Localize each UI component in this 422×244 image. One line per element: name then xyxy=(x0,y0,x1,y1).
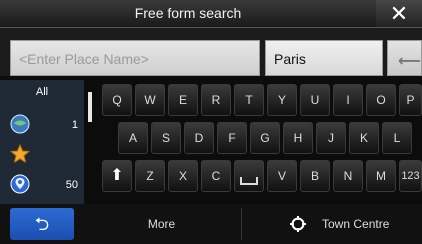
back-arrow-icon: ⮌ xyxy=(34,214,50,234)
page-title: Free form search xyxy=(134,5,242,21)
key-h[interactable]: H xyxy=(283,122,313,154)
key-y[interactable]: Y xyxy=(267,84,297,116)
key-a[interactable]: A xyxy=(118,122,148,154)
key-e[interactable]: E xyxy=(168,84,198,116)
key-q[interactable]: Q xyxy=(102,84,132,116)
sidebar-item-label: All xyxy=(35,86,49,98)
key-n[interactable]: N xyxy=(333,160,363,192)
close-icon: ✕ xyxy=(389,1,409,26)
backspace-icon: ⟵ xyxy=(398,53,421,70)
key-s[interactable]: S xyxy=(151,122,181,154)
sidebar-item-favourites[interactable] xyxy=(0,140,84,170)
search-input-row: <Enter Place Name> Paris ⟵ xyxy=(0,28,422,76)
on-screen-keyboard: Q W E R T Y U I O P A S D F G H J K L ⬆ … xyxy=(92,80,422,204)
bottom-bar: ⮌ More Town Centre xyxy=(0,204,422,244)
key-i[interactable]: I xyxy=(333,84,363,116)
back-button[interactable]: ⮌ xyxy=(10,208,74,240)
key-v[interactable]: V xyxy=(267,160,297,192)
key-t[interactable]: T xyxy=(234,84,264,116)
numbers-key[interactable]: 123 xyxy=(399,160,422,192)
sidebar-item-globe[interactable]: 1 xyxy=(0,110,84,140)
key-b[interactable]: B xyxy=(300,160,330,192)
place-name-input[interactable]: <Enter Place Name> xyxy=(10,40,260,76)
key-z[interactable]: Z xyxy=(135,160,165,192)
crosshair-icon xyxy=(290,216,306,232)
key-l[interactable]: L xyxy=(382,122,412,154)
key-o[interactable]: O xyxy=(366,84,396,116)
star-icon xyxy=(10,144,30,164)
key-d[interactable]: D xyxy=(184,122,214,154)
key-k[interactable]: K xyxy=(349,122,379,154)
key-m[interactable]: M xyxy=(366,160,396,192)
town-centre-button[interactable]: Town Centre xyxy=(250,208,422,240)
more-button[interactable]: More xyxy=(82,208,242,240)
city-input[interactable]: Paris xyxy=(265,40,383,76)
key-r[interactable]: R xyxy=(201,84,231,116)
title-bar: Free form search ✕ xyxy=(0,0,422,28)
key-g[interactable]: G xyxy=(250,122,280,154)
category-sidebar: All 1 50 xyxy=(0,80,84,204)
location-pin-icon xyxy=(10,174,30,194)
key-u[interactable]: U xyxy=(300,84,330,116)
sidebar-item-count: 50 xyxy=(65,179,78,191)
close-button[interactable]: ✕ xyxy=(376,0,422,27)
key-f[interactable]: F xyxy=(217,122,247,154)
globe-icon xyxy=(10,114,30,134)
sidebar-item-all[interactable]: All xyxy=(0,80,84,110)
key-w[interactable]: W xyxy=(135,84,165,116)
sidebar-item-pois[interactable]: 50 xyxy=(0,170,84,200)
key-c[interactable]: C xyxy=(201,160,231,192)
key-j[interactable]: J xyxy=(316,122,346,154)
key-p[interactable]: P xyxy=(399,84,422,116)
sidebar-item-count: 1 xyxy=(71,119,78,131)
shift-arrow-icon: ⬆ xyxy=(110,167,124,184)
space-key[interactable] xyxy=(234,160,264,192)
key-x[interactable]: X xyxy=(168,160,198,192)
backspace-button[interactable]: ⟵ xyxy=(387,40,422,76)
space-icon xyxy=(240,177,258,185)
town-centre-label: Town Centre xyxy=(322,217,390,231)
shift-key[interactable]: ⬆ xyxy=(102,160,132,192)
